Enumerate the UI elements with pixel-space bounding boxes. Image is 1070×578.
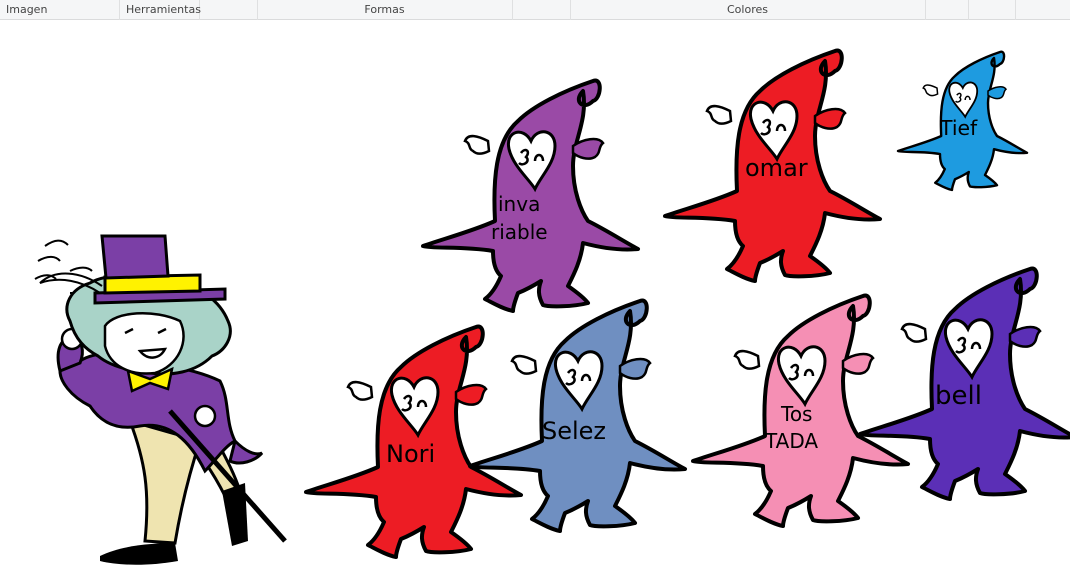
ribbon-group-tools[interactable]: Herramientas [120,0,201,20]
ribbon-separator [1015,0,1016,20]
creature-label: Tief [939,116,978,140]
creature-tostada: Tos TADA [691,293,910,528]
creature-purple: inva riable [421,78,640,313]
creature-omar: omar [663,48,882,283]
drawing: inva riable omar Tief Nori Selez Tos TAD… [34,48,1070,565]
creature-label: omar [745,154,808,182]
creature-label: bell [935,381,982,411]
creature-label: Selez [542,417,606,445]
creature-nori: Nori [304,324,523,559]
drawing-canvas[interactable]: inva riable omar Tief Nori Selez Tos TAD… [0,21,1070,574]
paint-ribbon: Imagen Herramientas Formas Colores [0,0,1070,20]
creature-tief: Tief [896,50,1029,192]
ribbon-group-image[interactable]: Imagen [0,0,120,20]
creature-label: riable [491,220,548,244]
ribbon-group-shapes[interactable]: Formas [257,0,513,20]
creature-label: Nori [386,440,435,468]
creature-label: inva [498,192,540,216]
hatter-figure [34,234,287,565]
ribbon-separator [968,0,969,20]
creature-label: TADA [764,429,818,453]
ribbon-group-colors[interactable]: Colores [570,0,926,20]
creature-label: Tos [780,402,812,426]
